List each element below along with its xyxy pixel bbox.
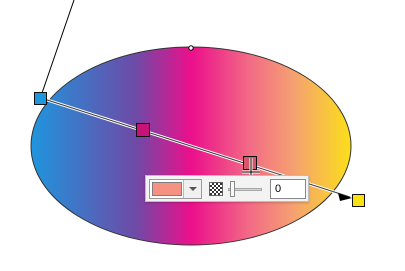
gradient-start-handle[interactable] (34, 92, 47, 105)
color-dropdown[interactable] (149, 179, 202, 199)
chevron-down-icon[interactable] (183, 180, 201, 198)
color-swatch[interactable] (152, 182, 182, 196)
gradient-end-handle[interactable] (352, 194, 365, 207)
canvas-scene (30, 0, 365, 246)
drawing-canvas[interactable]: 0 (0, 0, 405, 271)
transparency-slider-thumb[interactable] (230, 181, 235, 197)
transparency-input[interactable]: 0 (270, 179, 306, 199)
gradient-stop-editor: 0 (145, 175, 309, 202)
ellipse-top-node[interactable] (188, 45, 194, 51)
checkerboard-icon (209, 182, 223, 196)
gradient-mid-handle[interactable] (136, 123, 150, 137)
